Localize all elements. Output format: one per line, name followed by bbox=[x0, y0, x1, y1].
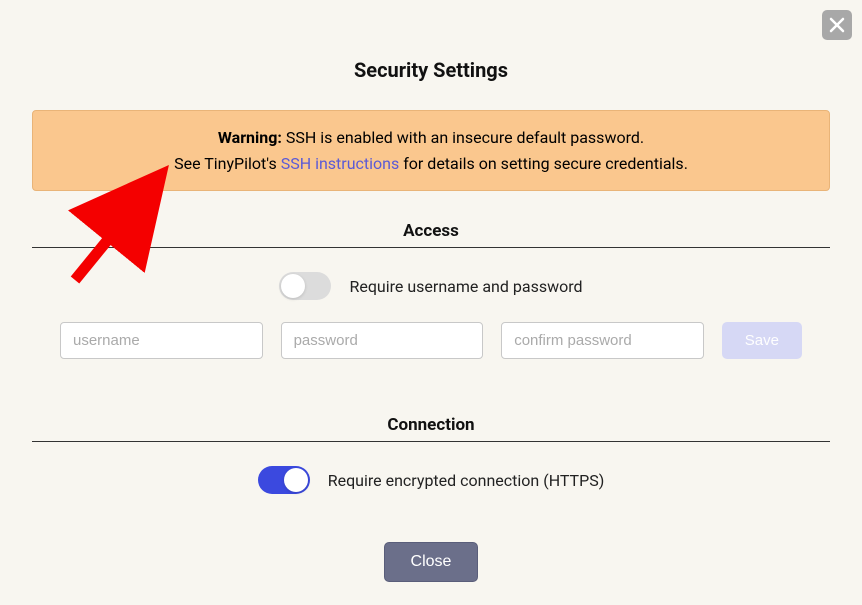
page-title: Security Settings bbox=[10, 58, 852, 82]
warning-label: Warning: bbox=[218, 128, 282, 147]
confirm-password-field[interactable] bbox=[501, 322, 704, 359]
divider bbox=[32, 247, 830, 248]
require-https-toggle[interactable] bbox=[258, 466, 310, 494]
warning-text-1: SSH is enabled with an insecure default … bbox=[282, 128, 644, 147]
warning-text-2b: for details on setting secure credential… bbox=[399, 154, 688, 173]
close-icon[interactable] bbox=[822, 10, 852, 40]
connection-header: Connection bbox=[32, 415, 830, 435]
connection-section: Connection Require encrypted connection … bbox=[32, 415, 830, 494]
require-https-label: Require encrypted connection (HTTPS) bbox=[328, 471, 605, 490]
access-header: Access bbox=[32, 221, 830, 241]
warning-text-2a: See TinyPilot's bbox=[174, 154, 281, 173]
require-auth-label: Require username and password bbox=[349, 277, 582, 296]
close-button[interactable]: Close bbox=[384, 542, 479, 582]
require-auth-toggle[interactable] bbox=[279, 272, 331, 300]
access-section: Access Require username and password Sav… bbox=[32, 221, 830, 359]
ssh-instructions-link[interactable]: SSH instructions bbox=[281, 154, 400, 173]
ssh-warning-banner: Warning: SSH is enabled with an insecure… bbox=[32, 110, 830, 191]
save-button[interactable]: Save bbox=[722, 322, 802, 359]
username-field[interactable] bbox=[60, 322, 263, 359]
divider bbox=[32, 441, 830, 442]
password-field[interactable] bbox=[281, 322, 484, 359]
